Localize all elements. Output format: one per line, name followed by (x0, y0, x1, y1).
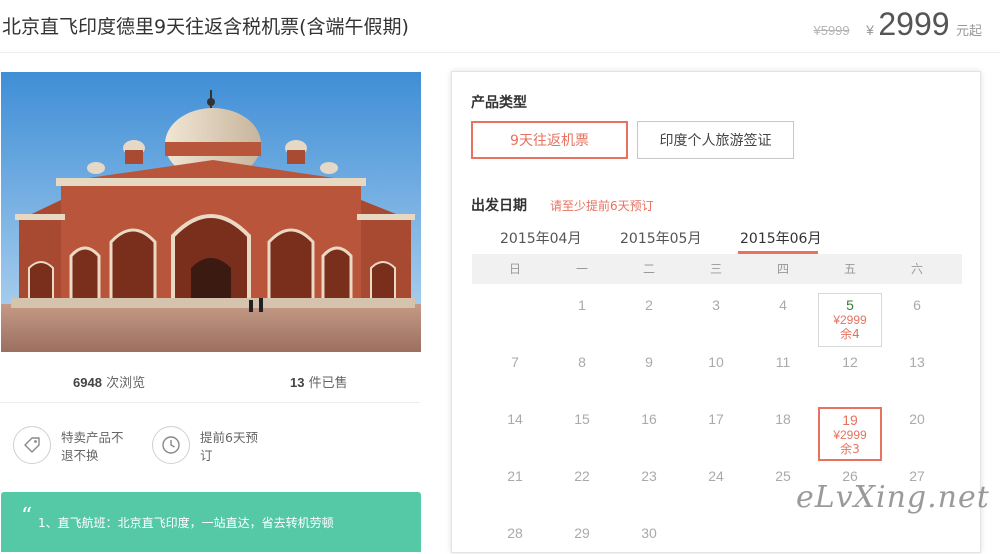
sale-price: 2999 (878, 6, 950, 42)
price-box: ¥5999 ¥ 2999 元起 (813, 6, 982, 46)
sold-count: 13 (290, 375, 305, 390)
views-stat: 6948 次浏览 (73, 372, 145, 391)
feature-text: 特卖产品不退不换 (61, 430, 124, 463)
calendar-day: 8 (578, 354, 586, 370)
calendar-day: 17 (708, 411, 724, 427)
product-image[interactable] (1, 72, 421, 352)
feature-no-refund: 特卖产品不退不换 (13, 426, 125, 465)
original-price: ¥5999 (813, 23, 850, 38)
calendar-day: 13 (909, 354, 925, 370)
calendar-day: 20 (909, 411, 925, 427)
price-unit: 元起 (955, 23, 982, 38)
month-tab-2015-06[interactable]: 2015年06月 (740, 228, 821, 248)
sold-stat: 13 件已售 (290, 372, 348, 391)
calendar-day: 30 (641, 525, 657, 541)
calendar-day: 2 (645, 297, 653, 313)
day-number: 5 (846, 297, 854, 313)
clock-icon (152, 426, 190, 464)
calendar-day: 4 (779, 297, 787, 313)
calendar-day: 6 (913, 297, 921, 313)
calendar-day: 21 (507, 468, 523, 484)
site-watermark: eLvXing.net (796, 480, 990, 515)
weekday-sun: 日 (508, 262, 521, 276)
option-tourist-visa[interactable]: 印度个人旅游签证 (637, 121, 794, 159)
calendar-day: 23 (641, 468, 657, 484)
calendar-day: 12 (842, 354, 858, 370)
calendar-day: 16 (641, 411, 657, 427)
booking-note: 请至少提前6天预订 (550, 199, 654, 213)
weekday-mon: 一 (575, 262, 588, 276)
views-count: 6948 (73, 375, 102, 390)
calendar-day: 11 (775, 354, 791, 370)
quote-mark: “ (21, 504, 33, 529)
month-tab-2015-04[interactable]: 2015年04月 (500, 228, 581, 248)
sold-label: 件已售 (308, 376, 348, 391)
weekday-header: 日 一 二 三 四 五 六 (472, 254, 962, 284)
calendar-day: 22 (574, 468, 590, 484)
calendar-day: 24 (708, 468, 724, 484)
day-number: 19 (842, 412, 858, 428)
weekday-sat: 六 (910, 262, 923, 276)
calendar-day: 9 (645, 354, 653, 370)
day-price: ¥2999 (833, 313, 867, 327)
calendar-day: 18 (775, 411, 791, 427)
product-type-label: 产品类型 (471, 95, 527, 111)
departure-date-label: 出发日期 (471, 198, 527, 214)
calendar-day: 28 (507, 525, 523, 541)
calendar-day: 14 (507, 411, 523, 427)
weekday-fri: 五 (843, 262, 856, 276)
currency-symbol: ¥ (866, 22, 874, 38)
calendar-day: 15 (574, 411, 590, 427)
day-stock: 余4 (840, 327, 860, 341)
month-tab-2015-05[interactable]: 2015年05月 (620, 228, 701, 248)
available-date-19[interactable]: 19 ¥2999 余3 (818, 407, 882, 461)
tomb-illustration (1, 72, 421, 352)
weekday-thu: 四 (776, 262, 789, 276)
available-date-5[interactable]: 5 ¥2999 余4 (818, 293, 882, 347)
calendar-day: 10 (708, 354, 724, 370)
calendar-day: 7 (511, 354, 519, 370)
stats-bar: 6948 次浏览 13 件已售 (0, 352, 420, 403)
calendar-day: 1 (578, 297, 586, 313)
weekday-tue: 二 (642, 262, 655, 276)
tag-icon (13, 426, 51, 464)
day-price: ¥2999 (833, 428, 867, 442)
option-round-trip-ticket[interactable]: 9天往返机票 (471, 121, 628, 159)
highlight-item: 1、直飞航班：北京直飞印度，一站直达，省去转机劳顿 (38, 516, 334, 530)
weekday-wed: 三 (709, 262, 722, 276)
day-stock: 余3 (840, 442, 860, 456)
calendar-day: 29 (574, 525, 590, 541)
page-title: 北京直飞印度德里9天往返含税机票(含端午假期) (2, 16, 409, 38)
header-bar: 北京直飞印度德里9天往返含税机票(含端午假期) ¥5999 ¥ 2999 元起 (0, 0, 1000, 53)
views-label: 次浏览 (106, 376, 146, 391)
calendar-day: 3 (712, 297, 720, 313)
highlights-box: “ 1、直飞航班：北京直飞印度，一站直达，省去转机劳顿 (1, 492, 421, 552)
feature-advance-booking: 提前6天预订 (152, 426, 264, 465)
feature-text: 提前6天预订 (200, 430, 258, 463)
